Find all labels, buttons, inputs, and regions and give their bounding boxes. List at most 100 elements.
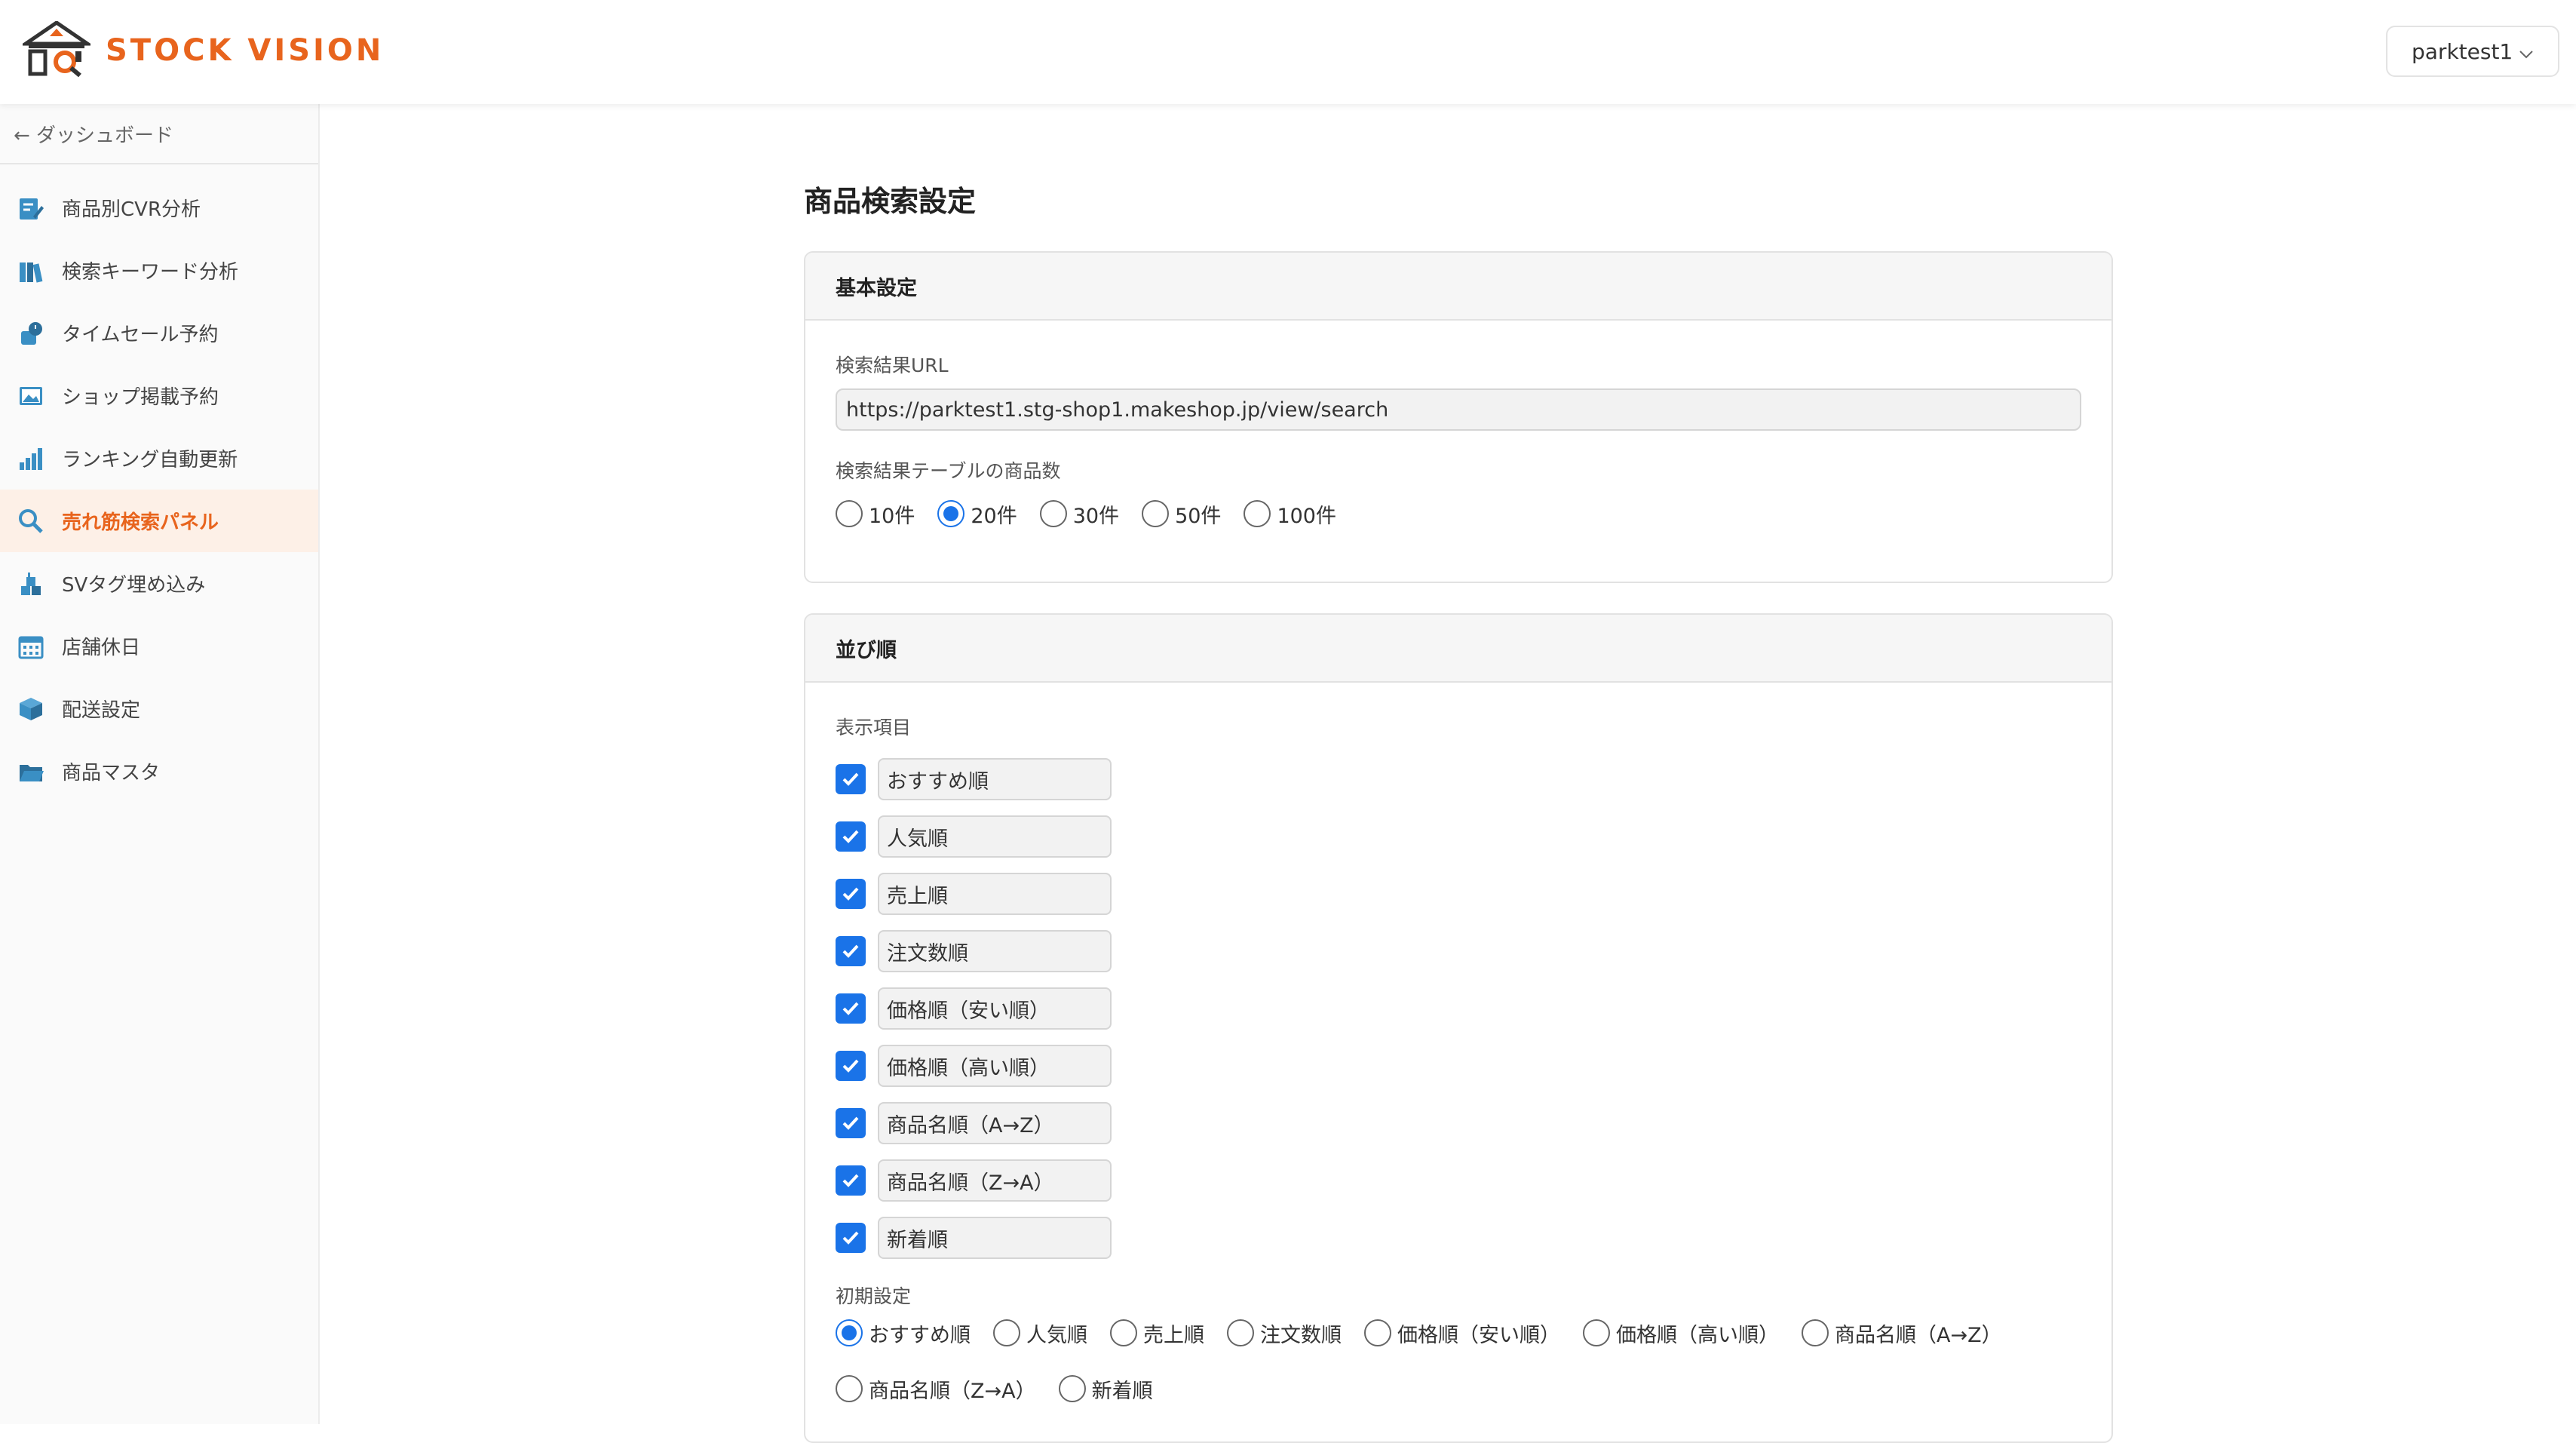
radio-button[interactable] [1364,1319,1391,1346]
sort-item-label-input[interactable]: 商品名順（A→Z） [878,1102,1112,1144]
checkbox-checked[interactable] [836,821,866,852]
checkbox-checked[interactable] [836,936,866,966]
sidebar-item-label: タイムセール予約 [62,324,219,346]
default-sort-radio-group: おすすめ順 人気順 売上順 注文数順 価格順（安い順） 価格順（高い順） 商品名… [836,1313,2102,1408]
sort-item-row: 商品名順（Z→A） [836,1152,2081,1209]
sidebar-item-shop-listing[interactable]: ショップ掲載予約 [0,364,318,427]
radio-count-50[interactable]: 50件 [1142,494,1221,533]
logo-house-icon [19,20,94,80]
checkbox-checked[interactable] [836,993,866,1024]
books-icon [17,256,45,285]
sidebar-item-ranking[interactable]: ランキング自動更新 [0,427,318,490]
radio-label: 30件 [1072,504,1120,528]
sidebar-item-store-holiday[interactable]: 店舗休日 [0,615,318,677]
search-url-label: 検索結果URL [836,355,949,376]
sort-item-label-input[interactable]: おすすめ順 [878,758,1112,800]
radio-button[interactable] [1058,1375,1086,1402]
radio-label: 新着順 [1091,1379,1153,1403]
radio-button[interactable] [1244,500,1271,527]
sidebar-item-label: 配送設定 [62,699,141,722]
sidebar-item-time-sale[interactable]: タイムセール予約 [0,302,318,364]
result-count-label: 検索結果テーブルの商品数 [836,460,1061,482]
radio-button[interactable] [1039,500,1067,527]
radio-label: 100件 [1277,504,1336,528]
radio-label: 商品名順（A→Z） [1835,1323,2002,1347]
user-name: parktest1 [2412,38,2513,64]
radio-label: 50件 [1175,504,1222,528]
radio-default-recommended[interactable]: おすすめ順 [836,1313,971,1352]
chevron-down-icon [2519,39,2534,64]
radio-button[interactable] [1110,1319,1137,1346]
radio-button[interactable] [993,1319,1020,1346]
sort-item-label-input[interactable]: 注文数順 [878,930,1112,972]
radio-label: 人気順 [1026,1323,1087,1347]
sort-item-label-input[interactable]: 人気順 [878,815,1112,858]
radio-label: 価格順（安い順） [1397,1323,1560,1347]
sort-item-label-input[interactable]: 新着順 [878,1217,1112,1259]
checkbox-checked[interactable] [836,1165,866,1196]
radio-button[interactable] [1142,500,1170,527]
sort-item-row: 新着順 [836,1209,2081,1266]
radio-button[interactable] [937,500,965,527]
search-url-input[interactable] [836,388,2081,431]
sort-item-row: 人気順 [836,808,2081,865]
radio-button[interactable] [1583,1319,1610,1346]
display-items-label: 表示項目 [836,717,912,738]
checkbox-checked[interactable] [836,1223,866,1253]
main-content: 商品検索設定 基本設定 検索結果URL 検索結果テーブルの商品数 10件 20件… [804,104,2113,1443]
sort-item-row: おすすめ順 [836,751,2081,808]
radio-default-newest[interactable]: 新着順 [1058,1369,1153,1408]
sidebar-item-label: 売れ筋検索パネル [62,511,219,534]
radio-button[interactable] [836,1375,863,1402]
checkbox-checked[interactable] [836,1051,866,1081]
sort-item-label-input[interactable]: 売上順 [878,873,1112,915]
sidebar-item-search-panel[interactable]: 売れ筋検索パネル [0,490,318,552]
radio-default-name-desc[interactable]: 商品名順（Z→A） [836,1369,1036,1408]
bar-chart-icon [17,444,45,473]
radio-default-popular[interactable]: 人気順 [993,1313,1087,1352]
brand-logo[interactable]: STOCK VISION [19,20,384,80]
checkbox-checked[interactable] [836,879,866,909]
result-count-radio-group: 10件 20件 30件 50件 100件 [836,494,2081,533]
page-title: 商品検索設定 [804,185,977,218]
sidebar-item-label: ランキング自動更新 [62,449,238,471]
radio-button[interactable] [836,500,863,527]
sort-item-row: 注文数順 [836,923,2081,980]
radio-default-sales[interactable]: 売上順 [1110,1313,1204,1352]
sort-item-row: 価格順（安い順） [836,980,2081,1037]
radio-label: 10件 [869,504,915,528]
user-account-select[interactable]: parktest1 [2386,26,2559,77]
radio-button[interactable] [836,1319,863,1346]
radio-count-100[interactable]: 100件 [1244,494,1336,533]
radio-button[interactable] [1802,1319,1829,1346]
checkbox-checked[interactable] [836,764,866,794]
sidebar-item-sv-tag[interactable]: SVタグ埋め込み [0,552,318,615]
radio-default-orders[interactable]: 注文数順 [1227,1313,1342,1352]
card-header-basic: 基本設定 [805,253,2111,321]
radio-label: 価格順（高い順） [1616,1323,1779,1347]
back-to-dashboard-link[interactable]: ← ダッシュボード [0,104,318,164]
sort-item-label-input[interactable]: 価格順（安い順） [878,987,1112,1030]
sort-item-row: 売上順 [836,865,2081,923]
card-header-sort: 並び順 [805,615,2111,683]
radio-default-price-asc[interactable]: 価格順（安い順） [1364,1313,1560,1352]
sort-item-label-input[interactable]: 価格順（高い順） [878,1045,1112,1087]
sidebar-item-shipping[interactable]: 配送設定 [0,677,318,740]
radio-default-price-desc[interactable]: 価格順（高い順） [1583,1313,1779,1352]
radio-label: 商品名順（Z→A） [869,1379,1036,1403]
radio-count-10[interactable]: 10件 [836,494,915,533]
checkbox-checked[interactable] [836,1108,866,1138]
radio-count-30[interactable]: 30件 [1039,494,1120,533]
sidebar-item-product-master[interactable]: 商品マスタ [0,740,318,803]
sort-item-label-input[interactable]: 商品名順（Z→A） [878,1159,1112,1202]
sidebar-item-product-cvr[interactable]: 商品別CVR分析 [0,177,318,239]
sidebar-item-label: ショップ掲載予約 [62,386,219,409]
radio-label: 20件 [971,504,1017,528]
sidebar-item-search-keyword[interactable]: 検索キーワード分析 [0,239,318,302]
sort-order-card: 並び順 表示項目 おすすめ順 人気順 売上順 注文数順 価格順（安い順） 価格順… [804,613,2113,1443]
radio-default-name-asc[interactable]: 商品名順（A→Z） [1802,1313,2002,1352]
box-icon [17,695,45,723]
radio-button[interactable] [1227,1319,1254,1346]
radio-count-20[interactable]: 20件 [937,494,1017,533]
calendar-icon [17,632,45,661]
